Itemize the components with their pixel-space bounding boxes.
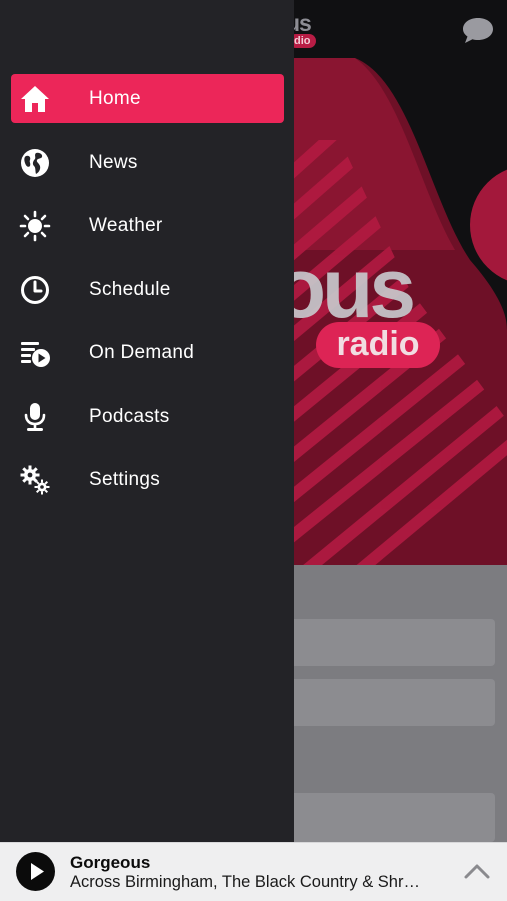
globe-icon (19, 147, 51, 179)
menu-item-weather[interactable]: Weather (11, 201, 284, 250)
station-name: Gorgeous (70, 853, 151, 872)
chat-icon[interactable] (461, 15, 495, 45)
menu-item-on-demand[interactable]: On Demand (11, 328, 284, 377)
menu-item-settings[interactable]: Settings (11, 455, 284, 504)
menu-item-podcasts[interactable]: Podcasts (11, 392, 284, 441)
mini-player[interactable]: Gorgeous Across Birmingham, The Black Co… (0, 842, 507, 901)
menu-item-schedule[interactable]: Schedule (11, 265, 284, 314)
menu-item-label: Settings (89, 469, 161, 490)
menu-item-label: Podcasts (89, 405, 170, 427)
home-icon (19, 83, 51, 115)
drawer-menu: Home News Weather Schedule On Demand Pod… (0, 74, 294, 519)
navigation-drawer: Home News Weather Schedule On Demand Pod… (0, 0, 294, 842)
microphone-icon (19, 401, 51, 433)
play-button[interactable] (16, 852, 55, 891)
now-playing-show: Across Birmingham, The Black Country & S… (70, 873, 420, 891)
menu-item-label: News (89, 151, 138, 173)
playlist-play-icon (19, 337, 51, 369)
menu-item-label: Schedule (89, 278, 171, 300)
chevron-up-icon[interactable] (462, 859, 492, 883)
hero-logo-tag: radio (316, 322, 440, 368)
gears-icon (19, 464, 51, 496)
menu-item-news[interactable]: News (11, 138, 284, 187)
menu-item-label: Home (89, 88, 141, 109)
sun-icon (19, 210, 51, 242)
clock-icon (19, 274, 51, 306)
menu-item-home[interactable]: Home (11, 74, 284, 123)
menu-item-label: On Demand (89, 342, 195, 363)
menu-item-label: Weather (89, 215, 163, 236)
play-icon (31, 863, 44, 880)
